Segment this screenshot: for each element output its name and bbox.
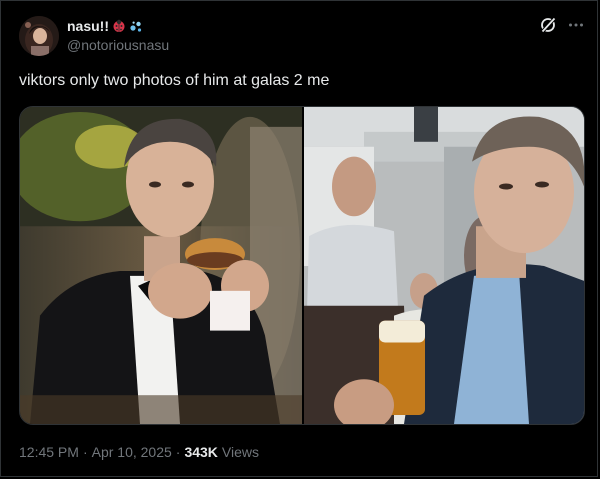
meta-separator: · <box>175 444 181 460</box>
avatar[interactable] <box>19 16 59 56</box>
ladybug-emoji-icon <box>112 19 126 33</box>
author-handle[interactable]: @notoriousnasu <box>67 37 169 53</box>
views-label: Views <box>221 444 260 460</box>
tweet-meta: 12:45 PM · Apr 10, 2025 · 343K Views <box>19 443 259 461</box>
grok-icon[interactable] <box>539 16 557 34</box>
avatar-image <box>19 16 59 56</box>
media-grid <box>19 106 585 425</box>
meta-separator: · <box>82 444 88 460</box>
tweet-date[interactable]: Apr 10, 2025 <box>92 444 172 460</box>
tweet-text: viktors only two photos of him at galas … <box>19 72 330 89</box>
author-name-row[interactable]: nasu!! <box>67 17 143 35</box>
tweet-time[interactable]: 12:45 PM <box>19 444 79 460</box>
tweet-card: nasu!! @notoriousnasu viktors only two p… <box>0 0 598 477</box>
media-photo-1[interactable] <box>20 107 302 424</box>
sparkles-droplets-emoji-icon <box>129 19 143 33</box>
media-photo-2[interactable] <box>304 107 584 424</box>
views-count: 343K <box>184 444 218 460</box>
author-display-name[interactable]: nasu!! <box>67 18 109 34</box>
more-dots-icon[interactable] <box>567 16 585 34</box>
